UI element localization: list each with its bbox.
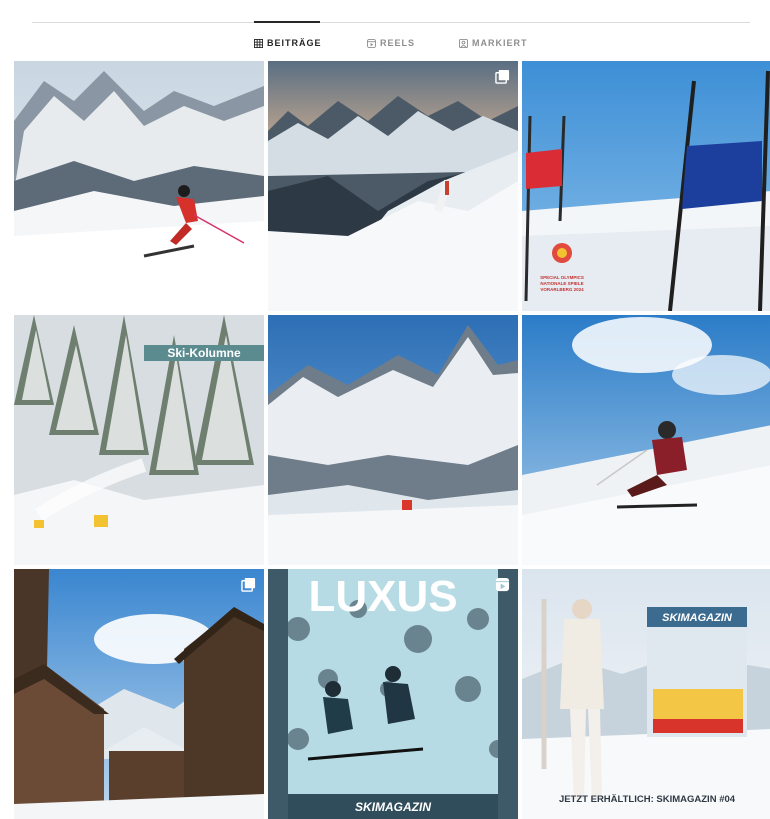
post-tile[interactable] [14, 61, 264, 311]
post-tile[interactable] [268, 61, 518, 311]
tab-label: MARKIERT [472, 38, 528, 48]
svg-text:SPECIAL OLYMPICS: SPECIAL OLYMPICS [540, 275, 584, 280]
post-carving-skier-image [522, 315, 770, 565]
tab-reels[interactable]: REELS [367, 38, 415, 48]
ski-kolumne-label: Ski-Kolumne [167, 346, 241, 360]
tagged-icon [459, 38, 468, 48]
post-skimagazin-04-image: SKIMAGAZIN JETZT ERHÄLTLICH: SKIMAGAZIN … [522, 569, 770, 819]
post-tile[interactable]: SKIMAGAZIN JETZT ERHÄLTLICH: SKIMAGAZIN … [522, 569, 770, 819]
tab-markiert[interactable]: MARKIERT [459, 38, 528, 48]
svg-text:VORARLBERG 2024: VORARLBERG 2024 [540, 287, 584, 292]
post-tile[interactable] [14, 569, 264, 819]
reels-icon [367, 38, 376, 48]
multi-image-icon [495, 69, 510, 84]
post-tile[interactable]: LUXUS SKIMAGAZIN [268, 569, 518, 819]
tab-label: REELS [380, 38, 416, 48]
post-race-gates-image: SPECIAL OLYMPICS NATIONALE SPIELE VORARL… [522, 61, 770, 311]
profile-tabs: BEITRÄGE REELS MARKIERT [0, 38, 770, 54]
svg-text:NATIONALE SPIELE: NATIONALE SPIELE [540, 281, 583, 286]
multi-image-icon [241, 577, 256, 592]
post-tile[interactable]: Ski-Kolumne [14, 315, 264, 565]
tab-label: BEITRÄGE [267, 38, 322, 48]
skimagazin-cover-title: SKIMAGAZIN [662, 612, 733, 624]
post-alpine-peak-image [268, 315, 518, 565]
post-mountain-ridge-image [268, 61, 518, 311]
luxus-title: LUXUS [308, 572, 457, 621]
luxus-brand: SKIMAGAZIN [355, 800, 431, 814]
skimagazin-cta: JETZT ERHÄLTLICH: SKIMAGAZIN #04 [559, 794, 736, 805]
post-tile[interactable] [522, 315, 770, 565]
post-skier-red-jacket-image [14, 61, 264, 311]
profile-tabs-divider [32, 22, 750, 23]
grid-icon [254, 38, 263, 48]
post-tile[interactable]: SPECIAL OLYMPICS NATIONALE SPIELE VORARL… [522, 61, 770, 311]
post-luxus-cover-image: LUXUS SKIMAGAZIN [268, 569, 518, 819]
post-ski-kolumne-image: Ski-Kolumne [14, 315, 264, 565]
post-tile[interactable] [268, 315, 518, 565]
reel-video-icon [495, 577, 510, 592]
post-wooden-huts-image [14, 569, 264, 819]
active-tab-indicator [254, 21, 320, 23]
tab-beitraege[interactable]: BEITRÄGE [254, 38, 322, 48]
